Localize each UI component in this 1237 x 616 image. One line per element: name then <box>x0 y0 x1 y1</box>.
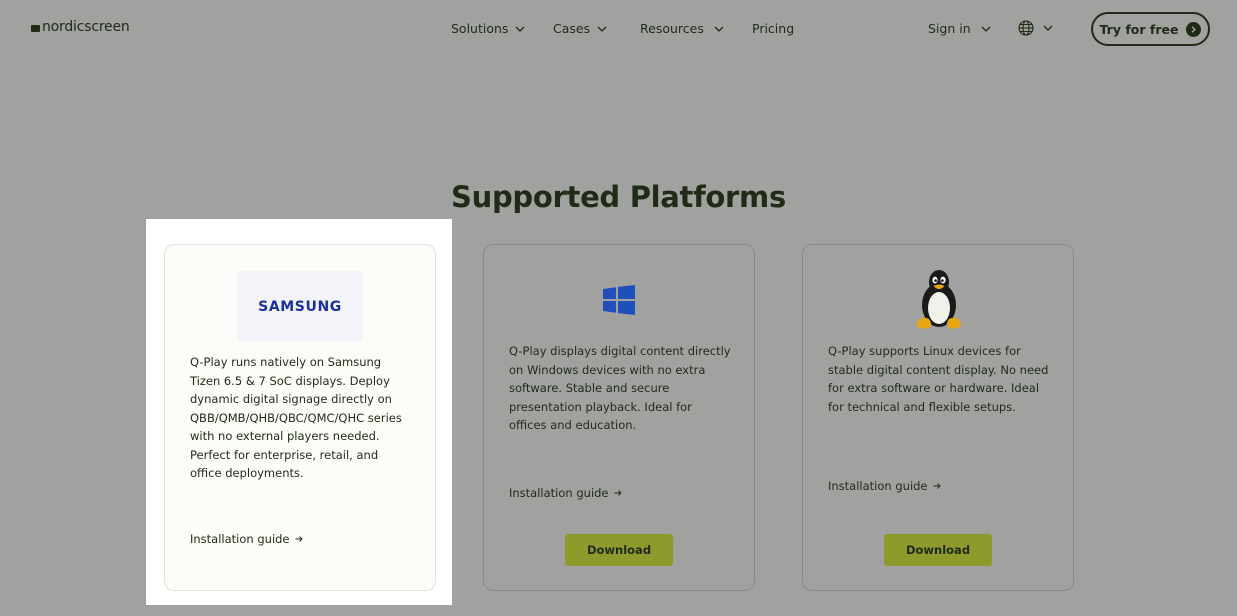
nav-resources[interactable]: Resources <box>640 21 725 36</box>
brand-name: nordicscreen <box>42 19 130 35</box>
platform-card-windows: Q-Play displays digital content directly… <box>483 244 755 591</box>
brand-logo[interactable]: nordicscreen <box>31 19 130 35</box>
globe-icon <box>1018 20 1034 36</box>
try-for-free-label: Try for free <box>1099 21 1179 37</box>
platform-card-samsung: SAMSUNG Q-Play runs natively on Samsung … <box>164 244 436 591</box>
download-button[interactable]: Download <box>565 534 673 566</box>
chevron-down-icon <box>596 23 608 35</box>
installation-guide-link[interactable]: Installation guide <box>190 532 303 546</box>
brand-mark-icon <box>31 24 40 32</box>
nav-cases[interactable]: Cases <box>553 21 608 36</box>
nav-cases-label: Cases <box>553 21 591 36</box>
card-description: Q-Play displays digital content directly… <box>509 344 731 432</box>
download-button[interactable]: Download <box>884 534 992 566</box>
arrow-right-icon <box>1186 21 1202 37</box>
arrow-right-icon <box>933 483 941 489</box>
sign-in-menu[interactable]: Sign in <box>928 21 992 36</box>
chevron-down-icon <box>713 23 725 35</box>
chevron-down-icon <box>980 23 992 35</box>
card-description: Q-Play supports Linux devices for stable… <box>828 344 1049 414</box>
nav-resources-label: Resources <box>640 21 704 36</box>
installation-guide-label: Installation guide <box>509 486 609 500</box>
nav-pricing[interactable]: Pricing <box>752 21 794 36</box>
windows-logo <box>603 285 635 315</box>
sign-in-label: Sign in <box>928 21 971 36</box>
nav-solutions-label: Solutions <box>451 21 509 36</box>
installation-guide-label: Installation guide <box>828 479 928 493</box>
chevron-down-icon <box>1042 22 1054 34</box>
nav-solutions[interactable]: Solutions <box>451 21 526 36</box>
installation-guide-label: Installation guide <box>190 532 290 546</box>
linux-tux-logo <box>917 270 961 329</box>
installation-guide-link[interactable]: Installation guide <box>828 479 941 493</box>
installation-guide-link[interactable]: Installation guide <box>509 486 622 500</box>
arrow-right-icon <box>614 490 622 496</box>
arrow-right-icon <box>295 536 303 542</box>
samsung-logo-text: SAMSUNG <box>258 298 342 315</box>
section-title: Supported Platforms <box>451 180 786 214</box>
try-for-free-button[interactable]: Try for free <box>1091 12 1210 46</box>
platform-card-linux: Q-Play supports Linux devices for stable… <box>802 244 1074 591</box>
card-description: Q-Play runs natively on Samsung Tizen 6.… <box>190 355 402 480</box>
samsung-logo: SAMSUNG <box>237 271 363 342</box>
language-selector[interactable] <box>1018 20 1054 36</box>
chevron-down-icon <box>514 23 526 35</box>
nav-pricing-label: Pricing <box>752 21 795 36</box>
